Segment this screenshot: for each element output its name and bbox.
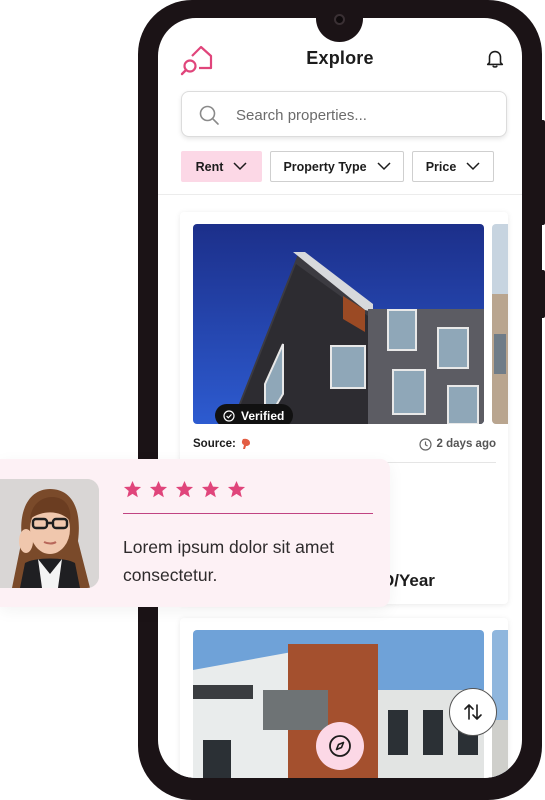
building-photo bbox=[193, 224, 484, 424]
verified-label: Verified bbox=[241, 408, 285, 423]
star-icon bbox=[149, 480, 168, 498]
chevron-down-icon bbox=[377, 162, 391, 171]
explore-compass-button[interactable] bbox=[316, 722, 364, 770]
listing-photo[interactable]: Verified bbox=[193, 224, 484, 424]
source-label: Source: bbox=[193, 438, 236, 450]
filter-chip-label: Price bbox=[425, 159, 457, 174]
header-divider bbox=[158, 194, 522, 195]
posted-time: 2 days ago bbox=[436, 438, 496, 450]
filter-chip-rent[interactable]: Rent bbox=[181, 151, 262, 182]
sort-arrows-icon bbox=[464, 704, 482, 720]
search-input[interactable] bbox=[234, 102, 498, 128]
review-card: Lorem ipsum dolor sit amet consectetur. bbox=[0, 459, 390, 607]
star-icon bbox=[123, 480, 142, 498]
filter-chip-label: Rent bbox=[195, 159, 224, 174]
star-icon bbox=[227, 480, 246, 498]
phone-side-button bbox=[540, 120, 545, 225]
page-title: Explore bbox=[306, 48, 374, 68]
phone-side-button bbox=[540, 270, 545, 318]
verified-check-icon bbox=[223, 409, 235, 422]
clock-icon bbox=[418, 437, 432, 451]
review-divider bbox=[123, 513, 373, 514]
compass-icon bbox=[329, 735, 351, 757]
search-icon bbox=[199, 105, 219, 125]
listing-meta-row: Source: 2 days ago bbox=[193, 435, 496, 453]
chevron-down-icon bbox=[466, 162, 480, 171]
filter-chip-property-type[interactable]: Property Type bbox=[270, 151, 404, 182]
verified-badge: Verified bbox=[215, 404, 294, 424]
filter-chip-price[interactable]: Price bbox=[412, 151, 494, 182]
sort-button[interactable] bbox=[449, 688, 497, 736]
rating-stars bbox=[123, 480, 246, 499]
bell-icon[interactable] bbox=[484, 47, 506, 69]
reviewer-photo bbox=[0, 479, 99, 588]
filter-chip-label: Property Type bbox=[283, 159, 367, 174]
next-photo-peek[interactable] bbox=[492, 224, 508, 424]
avatar bbox=[0, 479, 99, 588]
review-text: Lorem ipsum dolor sit amet consectetur. bbox=[123, 537, 335, 585]
star-icon bbox=[201, 480, 220, 498]
star-icon bbox=[175, 480, 194, 498]
app-screen: Explore Rent Property Type Price bbox=[158, 18, 522, 778]
chevron-down-icon bbox=[233, 162, 247, 171]
camera-lens bbox=[334, 14, 345, 25]
search-bar[interactable] bbox=[181, 91, 507, 137]
next-photo bbox=[492, 224, 508, 424]
source-logo-icon bbox=[241, 438, 250, 449]
